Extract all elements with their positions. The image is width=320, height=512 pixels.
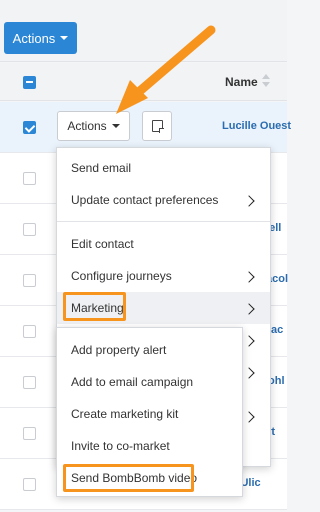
chevron-right-icon [243, 195, 255, 207]
marketing-highlight-box [63, 292, 126, 321]
chevron-right-icon [243, 303, 255, 315]
chevron-right-icon [243, 271, 255, 283]
menu-item-label: Configure journeys [71, 269, 172, 283]
bombbomb-highlight-box [63, 464, 194, 492]
chevron-down-icon [111, 124, 120, 128]
contact-name-link[interactable]: Lucille Ouest [222, 120, 291, 132]
chevron-right-icon [243, 367, 255, 379]
row-checkbox[interactable] [23, 274, 36, 287]
row-checkbox[interactable] [23, 325, 36, 338]
row-checkbox[interactable] [23, 223, 36, 236]
table-header: Name [0, 63, 287, 101]
bulk-actions-button[interactable]: Actions [4, 22, 77, 54]
chevron-down-icon [60, 36, 69, 40]
menu-item-label: Create marketing kit [71, 407, 179, 421]
row-checkbox[interactable] [23, 427, 36, 440]
select-all-checkbox[interactable] [23, 76, 36, 89]
row-actions-button[interactable]: Actions [57, 111, 130, 141]
top-toolbar: Actions [0, 0, 287, 62]
row-checkbox[interactable] [23, 478, 36, 491]
menu-item-configure-journeys[interactable]: Configure journeys [57, 260, 270, 292]
menu-item-edit-contact[interactable]: Edit contact [57, 228, 270, 260]
menu-item-label: Add to email campaign [71, 375, 194, 389]
menu-item-create-marketing-kit[interactable]: Create marketing kit [57, 398, 242, 430]
menu-item-label: Edit contact [71, 237, 134, 251]
menu-item-label: Add property alert [71, 343, 167, 357]
sort-icon[interactable] [262, 74, 270, 88]
note-icon [152, 120, 164, 133]
menu-item-update-contact-preferences[interactable]: Update contact preferences [57, 184, 270, 216]
chevron-right-icon [243, 411, 255, 423]
chevron-right-icon [243, 335, 255, 347]
menu-item-add-to-email-campaign[interactable]: Add to email campaign [57, 366, 242, 398]
row-actions-label: Actions [67, 119, 107, 133]
add-note-button[interactable] [142, 111, 172, 141]
menu-item-send-email[interactable]: Send email [57, 152, 270, 184]
menu-item-label: Invite to co-market [71, 439, 170, 453]
menu-item-label: Send email [71, 161, 132, 175]
bulk-actions-label: Actions [12, 30, 56, 46]
menu-item-add-property-alert[interactable]: Add property alert [57, 334, 242, 366]
menu-divider [57, 221, 270, 222]
row-checkbox[interactable] [23, 121, 36, 134]
menu-item-invite-to-co-market[interactable]: Invite to co-market [57, 430, 242, 462]
menu-item-label: Update contact preferences [71, 193, 219, 207]
name-column-header[interactable]: Name [225, 75, 258, 89]
row-checkbox[interactable] [23, 172, 36, 185]
row-checkbox[interactable] [23, 376, 36, 389]
